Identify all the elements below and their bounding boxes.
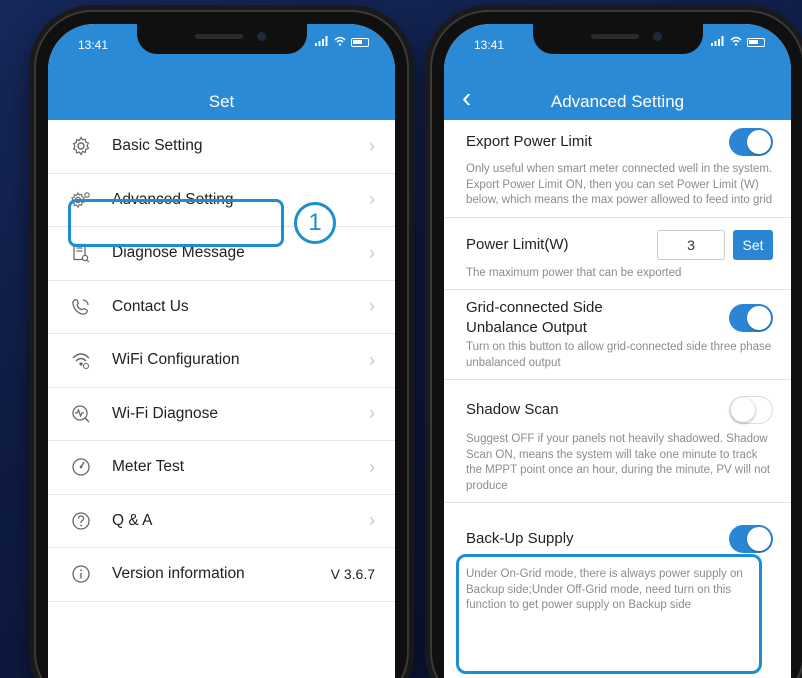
speaker bbox=[590, 34, 639, 39]
power-limit-controls: 3 Set bbox=[657, 229, 773, 260]
toggle-knob bbox=[747, 130, 771, 154]
step-number-badge: 1 bbox=[294, 202, 336, 244]
question-icon bbox=[70, 510, 92, 532]
phone-left: 13:41 Set Basic Setting › Advanced Setti bbox=[34, 10, 409, 678]
wifi-status-icon bbox=[334, 36, 346, 49]
page-title: Advanced Setting bbox=[550, 92, 685, 111]
phone-icon bbox=[70, 296, 92, 318]
notch bbox=[532, 24, 703, 54]
unbalance-output-toggle[interactable] bbox=[729, 304, 773, 332]
chevron-right-icon: › bbox=[369, 456, 375, 477]
section-power-limit: Power Limit(W) 3 Set The maximum power t… bbox=[444, 218, 791, 290]
menu-item-wifi-configuration[interactable]: WiFi Configuration › bbox=[48, 334, 395, 388]
chevron-right-icon: › bbox=[369, 510, 375, 531]
chevron-right-icon: › bbox=[369, 242, 375, 263]
unbalance-output-label: Grid-connected Side Unbalance Output bbox=[466, 299, 603, 336]
section-unbalance-output: Grid-connected Side Unbalance Output Tur… bbox=[444, 290, 791, 380]
menu-item-q-and-a[interactable]: Q & A › bbox=[48, 495, 395, 548]
battery-icon bbox=[351, 38, 369, 47]
phone-right: 13:41 ‹ Advanced Setting Export Power Li… bbox=[430, 10, 802, 678]
wifi-icon bbox=[70, 349, 92, 371]
menu-item-label: Wi-Fi Diagnose bbox=[112, 404, 218, 422]
menu-item-label: Q & A bbox=[112, 511, 153, 529]
wifi-status-icon bbox=[730, 36, 742, 49]
toggle-knob bbox=[747, 527, 771, 551]
power-limit-desc: The maximum power that can be exported bbox=[466, 266, 682, 279]
export-power-limit-desc: Only useful when smart meter connected w… bbox=[466, 163, 773, 206]
menu-item-label: WiFi Configuration bbox=[112, 351, 240, 369]
unbalance-output-desc: Turn on this button to allow grid-connec… bbox=[466, 341, 772, 369]
shadow-scan-toggle[interactable] bbox=[729, 396, 773, 424]
version-value: V 3.6.7 bbox=[330, 566, 375, 583]
highlight-backup-supply bbox=[456, 554, 762, 674]
wifi-diagnose-icon bbox=[70, 403, 92, 425]
menu-item-label: Meter Test bbox=[112, 458, 185, 476]
power-limit-input[interactable]: 3 bbox=[657, 229, 725, 260]
status-time: 13:41 bbox=[474, 38, 505, 52]
page-title: Set bbox=[208, 92, 235, 111]
chevron-right-icon: › bbox=[369, 349, 375, 370]
speaker bbox=[194, 34, 243, 39]
toggle-knob bbox=[731, 398, 755, 422]
menu-item-basic-setting[interactable]: Basic Setting › bbox=[48, 120, 395, 174]
section-export-power-limit: Export Power Limit Only useful when smar… bbox=[444, 120, 791, 218]
menu-item-wifi-diagnose[interactable]: Wi-Fi Diagnose › bbox=[48, 388, 395, 441]
menu-item-version-information[interactable]: Version information V 3.6.7 bbox=[48, 548, 395, 602]
power-limit-set-button[interactable]: Set bbox=[733, 229, 773, 260]
set-screen: 13:41 Set Basic Setting › Advanced Setti bbox=[48, 24, 395, 678]
camera bbox=[652, 32, 662, 41]
gear-icon bbox=[70, 135, 92, 157]
status-icons bbox=[315, 36, 369, 49]
info-icon bbox=[70, 563, 92, 585]
status-time: 13:41 bbox=[78, 38, 109, 52]
camera bbox=[256, 32, 266, 41]
export-power-limit-toggle[interactable] bbox=[729, 128, 773, 156]
highlight-advanced-setting bbox=[68, 199, 284, 247]
menu-item-contact-us[interactable]: Contact Us › bbox=[48, 281, 395, 334]
chevron-right-icon: › bbox=[369, 296, 375, 317]
advanced-setting-screen: 13:41 ‹ Advanced Setting Export Power Li… bbox=[444, 24, 791, 678]
backup-supply-toggle[interactable] bbox=[729, 525, 773, 553]
chevron-right-icon: › bbox=[369, 189, 375, 210]
chevron-right-icon: › bbox=[369, 403, 375, 424]
notch bbox=[136, 24, 307, 54]
settings-list: Basic Setting › Advanced Setting › Diagn… bbox=[48, 120, 395, 602]
signal-icon bbox=[711, 36, 725, 49]
menu-item-label: Version information bbox=[112, 565, 245, 583]
shadow-scan-desc: Suggest OFF if your panels not heavily s… bbox=[466, 433, 771, 492]
gauge-icon bbox=[70, 456, 92, 478]
power-limit-label: Power Limit(W) bbox=[466, 235, 569, 253]
chevron-right-icon: › bbox=[369, 135, 375, 156]
status-icons bbox=[711, 36, 765, 49]
toggle-knob bbox=[747, 306, 771, 330]
menu-item-meter-test[interactable]: Meter Test › bbox=[48, 441, 395, 495]
battery-icon bbox=[747, 38, 765, 47]
shadow-scan-label: Shadow Scan bbox=[466, 401, 559, 418]
menu-item-label: Basic Setting bbox=[112, 137, 203, 155]
section-shadow-scan: Shadow Scan Suggest OFF if your panels n… bbox=[444, 380, 791, 503]
export-power-limit-label: Export Power Limit bbox=[466, 133, 592, 150]
backup-supply-label: Back-Up Supply bbox=[466, 530, 574, 547]
signal-icon bbox=[315, 36, 329, 49]
menu-item-label: Contact Us bbox=[112, 297, 189, 315]
